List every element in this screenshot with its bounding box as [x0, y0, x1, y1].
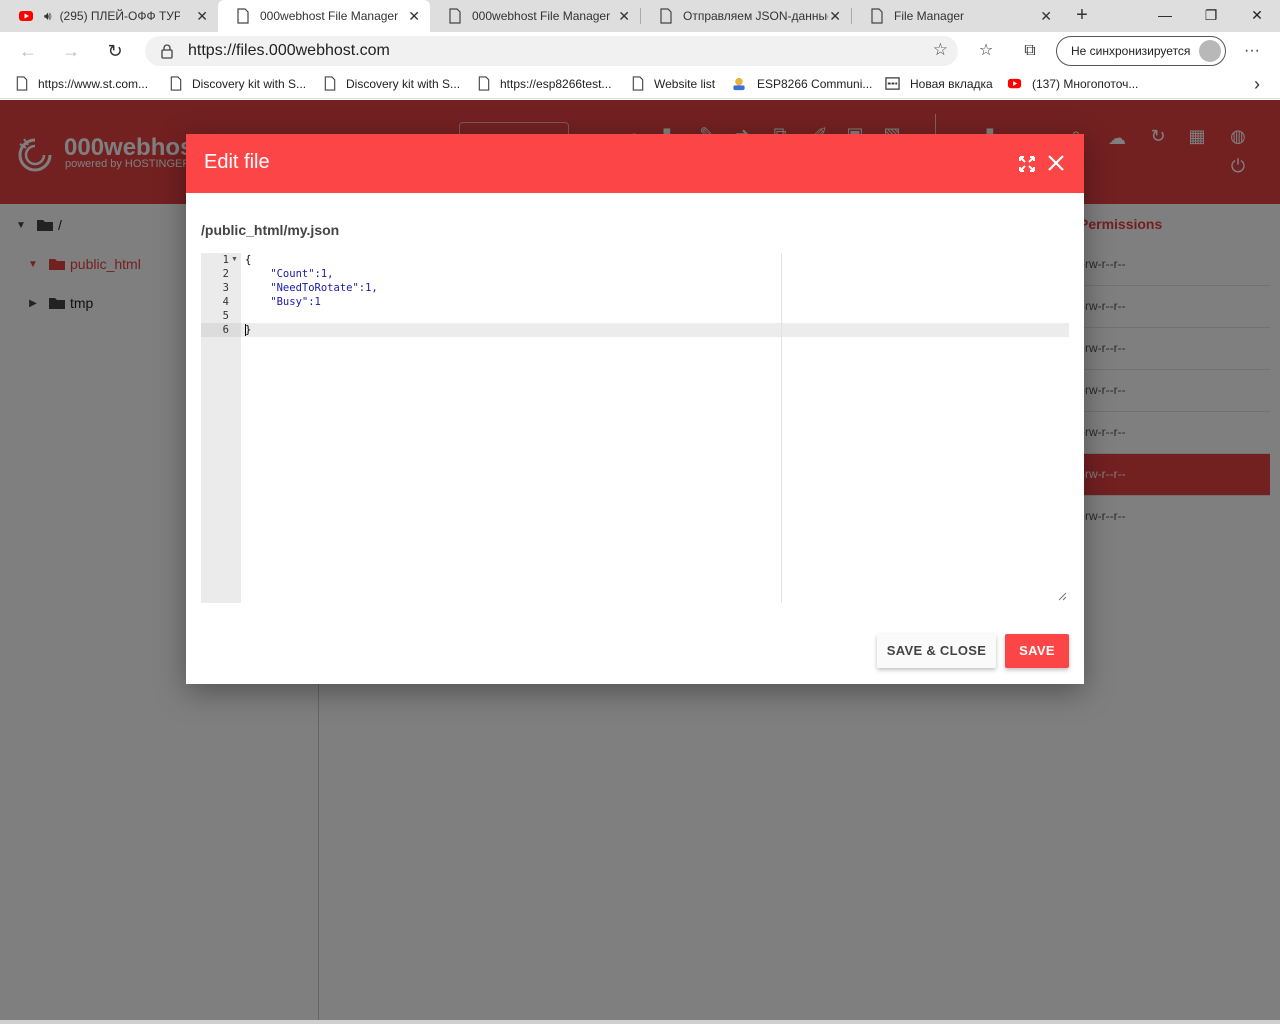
speaker-icon[interactable]: 🔊︎: [44, 9, 52, 24]
page-icon: [170, 76, 182, 91]
close-icon[interactable]: [1046, 153, 1066, 173]
page-icon: [16, 76, 28, 91]
bookmark-item[interactable]: Discovery kit with S...: [324, 76, 460, 91]
youtube-icon: [19, 11, 33, 21]
bookmarks-bar: https://www.st.com... Discovery kit with…: [0, 70, 1280, 99]
code-line: "Count":1,: [245, 268, 334, 280]
bookmark-label: Новая вкладка: [910, 76, 993, 91]
close-tab-icon[interactable]: ✕: [196, 8, 208, 25]
close-tab-icon[interactable]: ✕: [829, 8, 841, 25]
browser-tab-active[interactable]: 000webhost File Manager ✕: [218, 0, 430, 32]
minimize-button[interactable]: —: [1142, 0, 1188, 32]
edit-file-dialog: Edit file /public_html/my.json 1 ▼ 2 3 4…: [186, 134, 1084, 684]
bookmark-item[interactable]: Новая вкладка: [885, 76, 993, 91]
restore-button[interactable]: ❐: [1188, 0, 1234, 32]
line-number: 5: [222, 310, 229, 322]
url-text: https://files.000webhost.com: [188, 42, 390, 59]
file-path: /public_html/my.json: [201, 222, 340, 238]
favorites-icon[interactable]: ☆: [974, 39, 998, 63]
line-number: 3: [222, 282, 229, 294]
close-tab-icon[interactable]: ✕: [408, 8, 420, 25]
browser-tab[interactable]: File Manager ✕: [852, 0, 1062, 32]
profile-label: Не синхронизируется: [1071, 44, 1191, 58]
page-icon: [660, 8, 672, 24]
reload-button[interactable]: ↻: [101, 37, 129, 65]
dialog-title: Edit file: [204, 151, 270, 173]
profile-button[interactable]: Не синхронизируется: [1056, 36, 1226, 66]
bookmark-item[interactable]: Website list: [632, 76, 715, 91]
save-button[interactable]: SAVE: [1005, 634, 1069, 668]
browser-tab[interactable]: Отправляем JSON-данные ✕: [641, 0, 851, 32]
bookmark-label: https://www.st.com...: [38, 76, 149, 91]
line-number: 4: [222, 296, 229, 308]
browser-tab-youtube[interactable]: 🔊︎ (295) ПЛЕЙ-ОФФ ТУРН ✕: [0, 0, 218, 32]
bookmark-item[interactable]: https://esp8266test...: [478, 76, 611, 91]
bookmark-label: https://esp8266test...: [500, 76, 612, 91]
bookmark-item[interactable]: (137) Многопоточ...: [1007, 76, 1138, 91]
code-editor[interactable]: 1 ▼ 2 3 4 5 6 { "Count":1, "NeedToRotate…: [201, 253, 1069, 603]
bookmark-item[interactable]: ESP8266 Communi...: [731, 76, 872, 91]
page-icon: [871, 8, 883, 24]
save-and-close-button[interactable]: SAVE & CLOSE: [877, 634, 996, 668]
code-line: "Busy":1: [245, 296, 321, 308]
text-cursor: [245, 324, 246, 336]
line-number: 1: [222, 254, 229, 266]
favorite-star-icon[interactable]: ☆: [933, 40, 948, 60]
window-close-button[interactable]: ✕: [1234, 0, 1280, 32]
page-icon: [632, 76, 644, 91]
forward-button[interactable]: →: [57, 37, 85, 65]
tab-label: Отправляем JSON-данные: [683, 9, 828, 23]
page-icon: [324, 76, 336, 91]
youtube-icon: [1007, 78, 1022, 89]
fold-arrow-icon[interactable]: ▼: [231, 253, 239, 267]
bookmark-label: ESP8266 Communi...: [757, 76, 873, 91]
bookmark-label: (137) Многопоточ...: [1032, 76, 1139, 91]
collections-icon[interactable]: ⧉: [1018, 39, 1042, 63]
grid-icon: [885, 77, 900, 90]
resize-handle-icon[interactable]: [1058, 592, 1067, 601]
tab-label: (295) ПЛЕЙ-ОФФ ТУРН: [59, 9, 180, 23]
browser-toolbar: ← → ↻ https://files.000webhost.com ☆ ☆ ⧉…: [0, 32, 1280, 70]
tab-label: File Manager: [894, 9, 965, 23]
tab-label: 000webhost File Manager: [260, 9, 399, 23]
browser-tab-strip: 🔊︎ (295) ПЛЕЙ-ОФФ ТУРН ✕ 000webhost File…: [0, 0, 1280, 32]
page-icon: [237, 8, 249, 24]
page-icon: [449, 8, 461, 24]
back-button[interactable]: ←: [14, 37, 42, 65]
close-tab-icon[interactable]: ✕: [1040, 8, 1052, 25]
line-number: 2: [222, 268, 229, 280]
print-margin: [781, 253, 782, 603]
dialog-header: Edit file: [186, 134, 1084, 193]
close-tab-icon[interactable]: ✕: [618, 8, 630, 25]
code-line: {: [245, 254, 252, 266]
address-bar[interactable]: https://files.000webhost.com ☆: [145, 36, 958, 66]
avatar-icon: [733, 77, 745, 91]
bookmark-item[interactable]: Discovery kit with S...: [170, 76, 306, 91]
bookmark-label: Discovery kit with S...: [192, 76, 307, 91]
more-menu-icon[interactable]: ···: [1240, 39, 1264, 63]
browser-tab[interactable]: 000webhost File Manager ✕: [430, 0, 640, 32]
active-line-highlight: [241, 323, 1069, 337]
line-number: 6: [222, 324, 229, 336]
chevron-right-icon[interactable]: ›: [1254, 74, 1260, 95]
bookmark-item[interactable]: https://www.st.com...: [16, 76, 148, 91]
lock-icon[interactable]: [159, 43, 175, 59]
avatar: [1199, 40, 1221, 62]
page-icon: [478, 76, 490, 91]
code-line: "NeedToRotate":1,: [245, 282, 378, 294]
bookmark-label: Discovery kit with S...: [346, 76, 461, 91]
bookmark-label: Website list: [654, 76, 716, 91]
fullscreen-icon[interactable]: [1018, 155, 1036, 173]
new-tab-button[interactable]: +: [1070, 4, 1094, 28]
tab-label: 000webhost File Manager: [472, 9, 611, 23]
bottom-strip: [0, 1020, 1280, 1024]
